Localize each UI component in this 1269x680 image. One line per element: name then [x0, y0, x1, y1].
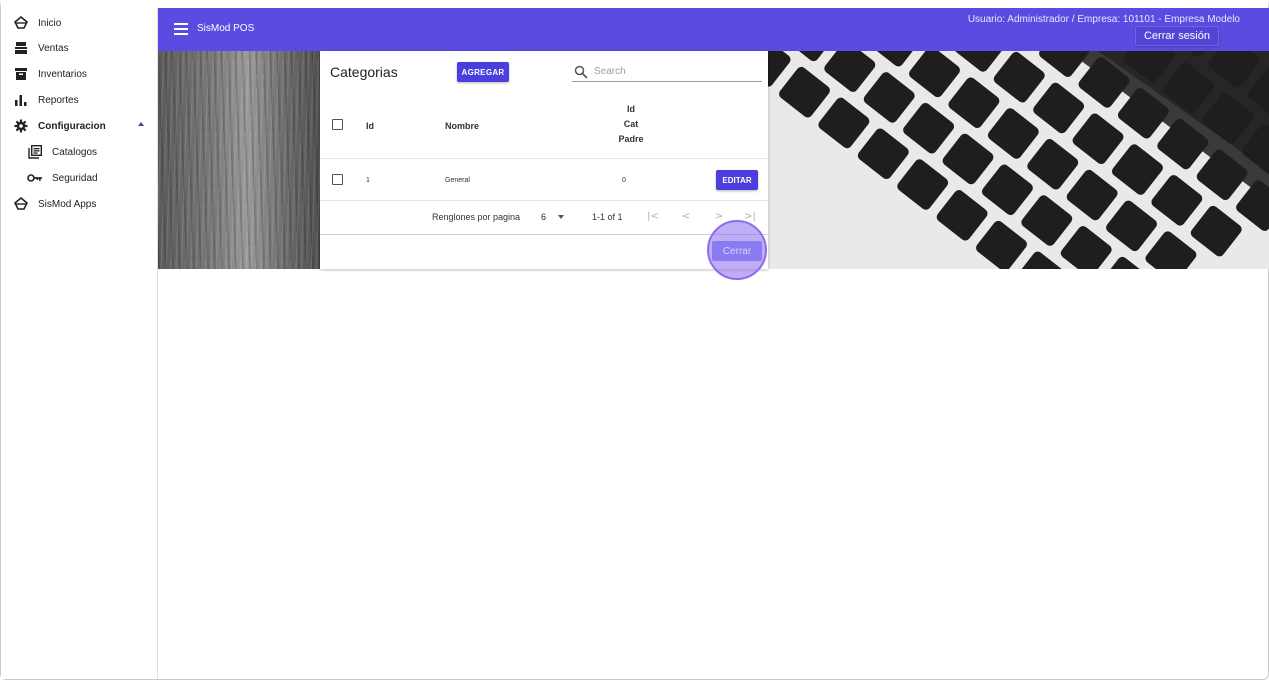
sidebar-item-label: Catalogos [52, 146, 98, 158]
sidebar: Inicio Ventas Inventarios Reportes Confi… [1, 8, 158, 679]
cell-id-cat-padre: 0 [622, 177, 626, 184]
search-icon [574, 65, 588, 79]
sidebar-item-ventas[interactable]: Ventas [1, 36, 158, 60]
sismod-logo-icon [13, 196, 29, 212]
register-icon [13, 40, 29, 56]
logout-button[interactable]: Cerrar sesión [1134, 26, 1219, 46]
first-page-icon[interactable]: |< [646, 209, 660, 223]
rows-per-page-select[interactable]: 6 [541, 209, 571, 225]
app-title: SisMod POS [197, 23, 255, 34]
cell-id: 1 [366, 177, 370, 184]
dropdown-arrow-icon [558, 215, 565, 219]
divider [320, 158, 768, 159]
search-input[interactable] [594, 66, 754, 77]
gear-icon [13, 118, 29, 134]
close-button[interactable]: Cerrar [712, 241, 762, 261]
rows-per-page-value: 6 [541, 212, 547, 222]
divider [320, 234, 768, 235]
search-field [572, 62, 762, 82]
sidebar-item-reportes[interactable]: Reportes [1, 88, 158, 112]
key-icon [27, 170, 43, 186]
sidebar-item-label: Reportes [38, 94, 79, 106]
column-header-line: Cat [623, 119, 639, 129]
sidebar-item-label: Ventas [38, 42, 69, 54]
card-title: Categorias [330, 64, 398, 80]
user-info: Usuario: Administrador / Empresa: 101101… [967, 14, 1240, 25]
app-header: SisMod POS Usuario: Administrador / Empr… [158, 8, 1269, 51]
column-header-line: Padre [618, 134, 644, 144]
rows-per-page-label: Renglones por pagina [432, 212, 521, 222]
keyboard-image [768, 51, 1269, 269]
sidebar-item-label: SisMod Apps [38, 198, 97, 210]
sidebar-item-inicio[interactable]: Inicio [1, 11, 158, 35]
edit-button[interactable]: EDITAR [716, 170, 758, 190]
row-checkbox[interactable] [332, 174, 343, 185]
chevron-up-icon [138, 122, 144, 126]
pagination-range: 1-1 of 1 [592, 212, 623, 222]
sidebar-item-seguridad[interactable]: Seguridad [1, 166, 158, 190]
column-header-line: Id [627, 104, 635, 114]
select-all-checkbox[interactable] [332, 119, 343, 130]
categorias-card: Categorias AGREGAR Id Nombre Id Cat Padr… [320, 51, 768, 269]
library-books-icon [27, 144, 43, 160]
prev-page-icon[interactable]: < [679, 209, 693, 223]
next-page-icon[interactable]: > [712, 209, 726, 223]
divider [320, 200, 768, 201]
column-header-id-cat-padre: Id Cat Padre [616, 102, 646, 147]
wood-texture-image [158, 51, 320, 269]
add-button[interactable]: AGREGAR [457, 62, 509, 82]
cell-nombre: General [445, 177, 470, 184]
sidebar-item-label: Inventarios [38, 68, 87, 80]
sidebar-item-label: Inicio [38, 17, 62, 29]
archive-icon [13, 66, 29, 82]
sismod-logo-icon [13, 15, 29, 31]
sidebar-item-catalogos[interactable]: Catalogos [1, 140, 158, 164]
column-header-nombre: Nombre [445, 121, 480, 131]
sidebar-item-inventarios[interactable]: Inventarios [1, 62, 158, 86]
sidebar-item-label: Configuracion [38, 120, 106, 132]
sidebar-item-configuracion[interactable]: Configuracion [1, 114, 158, 138]
column-header-id: Id [366, 121, 374, 131]
sidebar-item-label: Seguridad [52, 172, 98, 184]
sidebar-item-sismod-apps[interactable]: SisMod Apps [1, 192, 158, 216]
hamburger-menu-icon[interactable] [174, 23, 188, 35]
bar-chart-icon [13, 92, 29, 108]
